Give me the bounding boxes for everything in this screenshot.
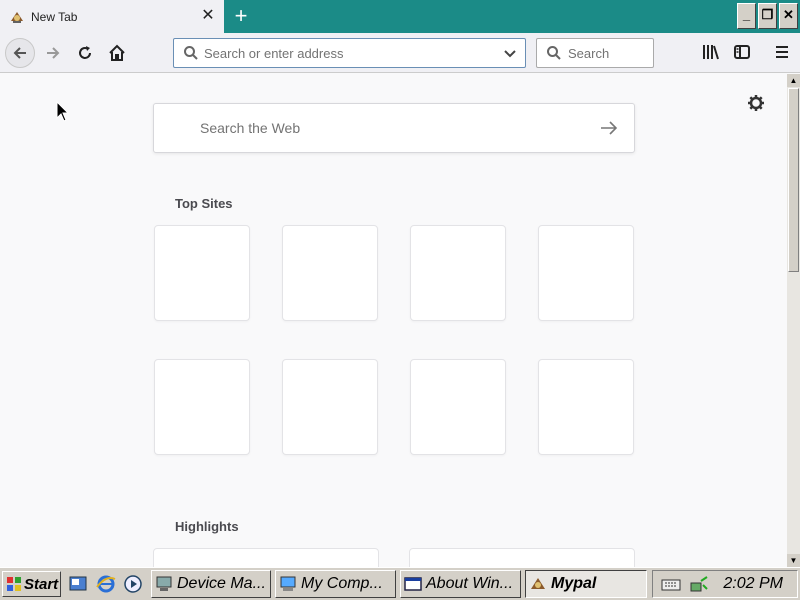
top-site-tile[interactable]: [154, 225, 250, 321]
top-site-tile[interactable]: [154, 359, 250, 455]
top-sites-heading: Top Sites: [175, 196, 233, 211]
search-input[interactable]: [568, 45, 648, 61]
nav-toolbar: [0, 33, 800, 73]
scroll-thumb[interactable]: [788, 88, 799, 272]
top-site-tile[interactable]: [410, 359, 506, 455]
restore-button[interactable]: ❐: [758, 3, 777, 29]
highlights-heading: Highlights: [175, 519, 239, 534]
tab-close-icon[interactable]: ✕: [200, 8, 216, 24]
mouse-cursor-icon: [56, 101, 70, 122]
task-about-window[interactable]: About Win...: [400, 570, 521, 598]
sidebar-icon[interactable]: [733, 43, 751, 61]
system-tray: 2:02 PM: [652, 570, 798, 598]
my-computer-icon: [280, 576, 296, 591]
task-label: My Comp...: [301, 575, 383, 592]
scroll-down-icon[interactable]: ▼: [787, 554, 800, 567]
network-icon[interactable]: [689, 575, 709, 595]
highlight-card[interactable]: [409, 548, 635, 567]
web-search-input[interactable]: [200, 120, 580, 136]
clock: 2:02 PM: [723, 575, 783, 592]
mypal-icon: [531, 578, 545, 589]
reload-button[interactable]: [70, 38, 100, 68]
home-button[interactable]: [102, 38, 132, 68]
vertical-scrollbar[interactable]: ▲ ▼: [787, 74, 800, 567]
search-icon: [184, 46, 198, 60]
arrow-right-icon[interactable]: [600, 120, 618, 136]
back-button[interactable]: [5, 38, 35, 68]
windows-logo-icon: [7, 577, 21, 591]
minimize-button[interactable]: _: [737, 3, 756, 29]
back-arrow-icon: [13, 47, 26, 59]
close-window-button[interactable]: ✕: [779, 3, 798, 29]
internet-explorer-icon[interactable]: [95, 573, 117, 595]
media-player-icon[interactable]: [122, 573, 144, 595]
library-icon[interactable]: [702, 43, 720, 61]
start-button[interactable]: Start: [2, 571, 61, 597]
chevron-down-icon[interactable]: [503, 46, 517, 60]
tab-title: New Tab: [31, 9, 78, 24]
task-label: Mypal: [551, 575, 597, 592]
taskbar: Start Device Ma... My Comp... About Win.…: [0, 567, 800, 600]
top-site-tile[interactable]: [282, 225, 378, 321]
top-site-tile[interactable]: [410, 225, 506, 321]
start-label: Start: [24, 575, 59, 593]
new-tab-page: Top Sites Highlights: [0, 74, 787, 567]
forward-arrow-icon: [47, 47, 60, 59]
highlight-card[interactable]: [153, 548, 379, 567]
top-site-tile[interactable]: [282, 359, 378, 455]
forward-button[interactable]: [38, 38, 68, 68]
search-icon: [547, 46, 561, 60]
about-window-icon: [404, 577, 422, 591]
home-icon: [109, 44, 125, 61]
url-input[interactable]: [204, 45, 494, 61]
tab-bar: New Tab ✕ + _ ❐ ✕: [0, 0, 800, 33]
search-bar[interactable]: [536, 38, 654, 68]
gear-icon[interactable]: [747, 94, 765, 112]
top-site-tile[interactable]: [538, 225, 634, 321]
tab-new-tab[interactable]: New Tab ✕: [0, 0, 224, 33]
new-tab-button[interactable]: +: [230, 5, 252, 27]
top-site-tile[interactable]: [538, 359, 634, 455]
menu-icon[interactable]: [773, 43, 791, 61]
task-label: Device Ma...: [177, 575, 266, 592]
reload-icon: [79, 46, 91, 59]
show-desktop-icon[interactable]: [67, 573, 89, 595]
keyboard-icon[interactable]: [661, 576, 681, 592]
task-device-manager[interactable]: Device Ma...: [151, 570, 271, 598]
task-label: About Win...: [426, 575, 514, 592]
url-bar[interactable]: [173, 38, 526, 68]
web-search-box[interactable]: [153, 103, 635, 153]
task-my-computer[interactable]: My Comp...: [275, 570, 396, 598]
mypal-favicon-icon: [11, 11, 23, 23]
scroll-up-icon[interactable]: ▲: [787, 74, 800, 87]
task-mypal[interactable]: Mypal: [525, 570, 647, 598]
device-manager-icon: [156, 576, 172, 591]
